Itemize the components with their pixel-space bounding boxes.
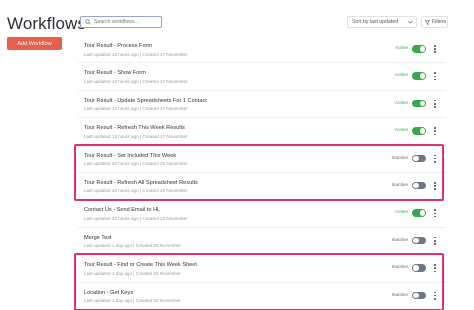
workflow-name[interactable]: Merge Test	[84, 235, 112, 241]
workflow-meta: Last updated 20 hours ago | Created 20 N…	[84, 188, 188, 194]
workflow-row[interactable]: Tour Result - Show Form Last updated 13 h…	[78, 63, 446, 91]
more-options-icon[interactable]	[433, 264, 437, 273]
workflow-name[interactable]: Tour Result - Find or Create This Week S…	[84, 262, 197, 268]
workflow-toggle[interactable]	[412, 99, 426, 108]
more-options-icon[interactable]	[433, 45, 437, 53]
workflow-row[interactable]: Tour Result - Set Included This Week Last…	[78, 145, 446, 173]
status-label: Inactive	[391, 265, 408, 271]
add-workflow-button[interactable]: Add Workflow	[7, 37, 62, 50]
status-label: Active	[394, 73, 408, 79]
workflow-list: Tour Result - Process Form Last updated 1…	[78, 36, 446, 310]
workflow-name[interactable]: Tour Result - Update Spreadsheets For 1 …	[84, 98, 207, 104]
workflow-row[interactable]: Tour Result - Update Spreadsheets For 1 …	[78, 90, 446, 119]
toggle-knob	[419, 210, 425, 216]
more-options-icon[interactable]	[433, 236, 437, 245]
toggle-knob	[419, 73, 425, 79]
workflow-meta: Last updated 13 hours ago | Created 17 N…	[84, 133, 188, 139]
workflow-name[interactable]: Tour Result - Process Form	[84, 43, 152, 49]
status-label: Active	[394, 128, 408, 134]
workflow-meta: Last updated 13 hours ago | Created 17 N…	[84, 106, 188, 112]
workflow-toggle[interactable]	[412, 291, 426, 300]
workflow-meta: Last updated 1 day ago | Created 20 Nove…	[84, 243, 181, 249]
workflow-row[interactable]: Merge Test Last updated 1 day ago | Creat…	[78, 227, 446, 256]
toggle-knob	[419, 46, 425, 52]
more-options-icon[interactable]	[433, 127, 437, 136]
chevron-down-icon	[408, 20, 413, 24]
page-title: Workflows	[7, 14, 86, 33]
workflow-meta: Last updated 20 hours ago | Created 20 N…	[84, 161, 188, 167]
more-options-icon[interactable]	[433, 291, 437, 300]
workflow-name[interactable]: Location - Get Keys	[84, 290, 133, 296]
status-label: Active	[394, 46, 408, 51]
workflow-name[interactable]: Tour Result - Set Included This Week	[84, 153, 176, 159]
toggle-knob	[419, 100, 425, 107]
status-label: Inactive	[391, 292, 408, 298]
sort-label: Sort by last updated	[352, 19, 399, 25]
workflow-toggle[interactable]	[412, 209, 426, 217]
workflow-meta: Last updated 1 day ago | Created 20 Nove…	[84, 270, 181, 276]
toggle-knob	[413, 237, 419, 244]
workflow-row[interactable]: Tour Result - Refresh This Week Results L…	[78, 118, 446, 146]
workflow-toggle[interactable]	[412, 181, 426, 190]
status-label: Active	[394, 100, 408, 106]
toggle-knob	[413, 155, 419, 162]
more-options-icon[interactable]	[433, 209, 437, 218]
workflow-meta: Last updated 1 day ago | Created 20 Nove…	[84, 298, 181, 304]
workflow-name[interactable]: Tour Result - Refresh This Week Results	[84, 125, 185, 131]
workflow-row[interactable]: Tour Result - Find or Create This Week S…	[78, 255, 446, 283]
toggle-knob	[413, 265, 419, 271]
sort-select[interactable]: Sort by last updated	[347, 16, 417, 28]
status-label: Inactive	[391, 237, 408, 243]
status-label: Active	[394, 210, 408, 216]
toggle-knob	[419, 128, 425, 134]
filter-icon	[425, 19, 430, 25]
workflow-name[interactable]: Contact Us - Send Email to HL	[84, 207, 160, 213]
more-options-icon[interactable]	[433, 99, 437, 108]
workflow-toggle[interactable]	[412, 127, 426, 135]
workflow-name[interactable]: Tour Result - Show Form	[84, 70, 146, 76]
workflow-row[interactable]: Location - Get Keys Last updated 1 day ag…	[78, 282, 446, 310]
filters-label: Filters	[432, 19, 447, 25]
status-label: Inactive	[391, 155, 408, 161]
workflow-row[interactable]: Tour Result - Process Form Last updated 1…	[78, 36, 446, 64]
workflow-toggle[interactable]	[412, 72, 426, 80]
toggle-knob	[413, 292, 419, 299]
toggle-knob	[413, 182, 419, 189]
workflow-toggle[interactable]	[412, 236, 426, 245]
workflow-toggle[interactable]	[412, 154, 426, 163]
more-options-icon[interactable]	[433, 154, 437, 163]
workflow-meta: Last updated 13 hours ago | Created 17 N…	[84, 51, 188, 57]
search-input[interactable]	[94, 19, 160, 25]
workflow-meta: Last updated 13 hours ago | Created 17 N…	[84, 78, 188, 84]
workflow-row[interactable]: Contact Us - Send Email to HL Last update…	[78, 200, 446, 228]
search-icon	[85, 19, 91, 25]
workflow-toggle[interactable]	[412, 264, 426, 272]
workflow-name[interactable]: Tour Result - Refresh All Spreadsheet Re…	[84, 180, 198, 186]
status-label: Inactive	[391, 182, 408, 188]
workflow-toggle[interactable]	[412, 45, 426, 53]
workflow-meta: Last updated 20 hours ago | Created 20 N…	[84, 215, 188, 221]
workflow-row[interactable]: Tour Result - Refresh All Spreadsheet Re…	[78, 172, 446, 201]
search-box[interactable]	[80, 16, 162, 28]
filters-button[interactable]: Filters	[421, 16, 448, 28]
more-options-icon[interactable]	[433, 72, 437, 81]
more-options-icon[interactable]	[433, 181, 437, 190]
